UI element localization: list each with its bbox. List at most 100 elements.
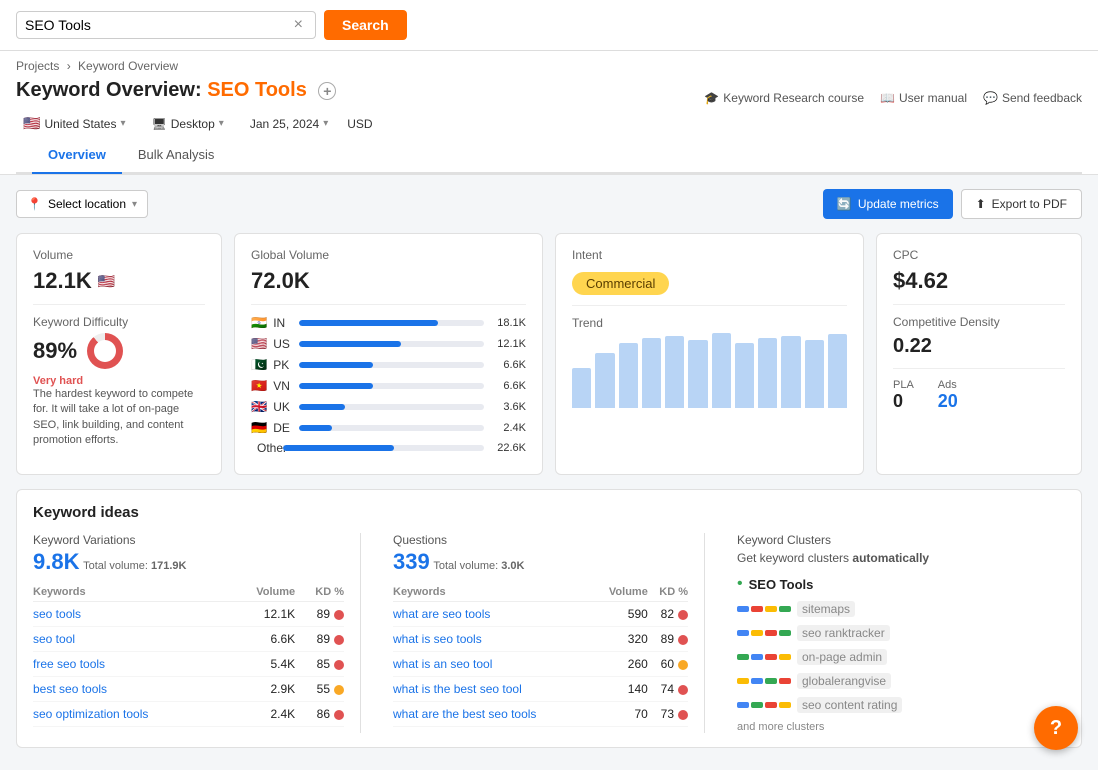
kd-cell: 60 [648,652,688,677]
and-more[interactable]: and more clusters [737,721,1049,733]
breadcrumb-sep: › [67,59,71,73]
device-label: Desktop [171,117,215,131]
kd-dot [334,685,344,695]
search-input[interactable] [25,17,294,33]
pla-value: 0 [893,391,914,412]
add-keyword-button[interactable]: + [318,82,336,100]
cpc-value: $4.62 [893,268,1065,294]
difficulty-label: Very hard [33,375,205,387]
manual-label: User manual [899,91,967,105]
table-row: what is an seo tool 260 60 [393,652,688,677]
list-item: seo ranktracker [737,625,1049,641]
tab-overview[interactable]: Overview [32,137,122,174]
cluster-bars [737,654,791,660]
ads-value: 20 [938,391,958,412]
q-col-kw: Keywords [393,583,593,602]
country-row: 🇩🇪 DE 2.4K [251,420,526,436]
global-volume-card: Global Volume 72.0K 🇮🇳 IN 18.1K 🇺🇸 US 12… [234,233,543,475]
country-flag-icon: 🇺🇸 [251,336,267,352]
list-item: on-page admin [737,649,1049,665]
ideas-grid: Keyword Variations 9.8K Total volume: 17… [33,533,1065,733]
breadcrumb-current: Keyword Overview [78,59,178,73]
update-metrics-button[interactable]: 🔄 Update metrics [823,189,953,219]
kw-link[interactable]: seo tool [33,632,75,646]
kw-link[interactable]: what are seo tools [393,607,490,621]
country-filter[interactable]: 🇺🇸 United States ▾ [16,110,133,137]
country-value: 22.6K [490,442,526,454]
kd-cell: 89 [648,627,688,652]
manual-link[interactable]: 📖 User manual [880,91,967,105]
kw-link[interactable]: free seo tools [33,657,105,671]
bar-bg [299,320,484,326]
country-flag-icon: 🇵🇰 [251,357,267,373]
kw-link[interactable]: what is the best seo tool [393,682,522,696]
tab-bulk[interactable]: Bulk Analysis [122,137,231,174]
kw-link[interactable]: what is an seo tool [393,657,492,671]
cluster-color-bar [737,606,749,612]
clear-icon[interactable]: × [294,16,303,34]
course-icon: 🎓 [704,91,719,105]
table-row: what are seo tools 590 82 [393,602,688,627]
country-code: UK [273,400,293,414]
country-row: 🇻🇳 VN 6.6K [251,378,526,394]
search-button[interactable]: Search [324,10,407,40]
kd-cell: 89 [295,627,344,652]
keyword-title: SEO Tools [207,79,307,101]
country-flag: 🇺🇸 [23,115,40,132]
kw-link[interactable]: seo optimization tools [33,707,148,721]
cluster-color-bar [765,630,777,636]
select-location-label: Select location [48,197,126,211]
kd-cell: 73 [648,702,688,727]
pla-col: PLA 0 [893,379,914,412]
kw-link[interactable]: best seo tools [33,682,107,696]
top-bar: × Search [0,0,1098,51]
bar-fill [299,362,373,368]
kd-dot [678,660,688,670]
cluster-color-bar [737,630,749,636]
help-button[interactable]: ? [1034,706,1078,750]
difficulty-description: The hardest keyword to compete for. It w… [33,387,205,449]
export-button[interactable]: ⬆ Export to PDF [961,189,1082,219]
vol-cell: 5.4K [229,652,295,677]
select-location-button[interactable]: 📍 Select location ▾ [16,190,148,218]
device-icon: 🖥 [152,117,167,131]
kw-link[interactable]: seo tools [33,607,81,621]
bar-bg [299,362,484,368]
tabs: Overview Bulk Analysis [16,137,1082,174]
feedback-label: Send feedback [1002,91,1082,105]
ideas-title: Keyword ideas [33,504,1065,521]
country-row: 🇺🇸 US 12.1K [251,336,526,352]
course-link[interactable]: 🎓 Keyword Research course [704,91,864,105]
country-value: 12.1K [490,338,526,350]
donut-inner [94,340,116,362]
device-filter[interactable]: 🖥 Desktop ▾ [145,112,231,136]
kw-link[interactable]: what are the best seo tools [393,707,536,721]
search-box: × [16,11,316,39]
country-row: 🇬🇧 UK 3.6K [251,399,526,415]
table-row: what is the best seo tool 140 74 [393,677,688,702]
date-arrow-icon: ▾ [323,118,328,129]
breadcrumb-projects[interactable]: Projects [16,59,59,73]
date-filter[interactable]: Jan 25, 2024 ▾ [243,112,335,136]
date-label: Jan 25, 2024 [250,117,319,131]
trend-bars [572,338,847,408]
vol-cell: 6.6K [229,627,295,652]
feedback-icon: 💬 [983,91,998,105]
bar-bg [299,383,484,389]
kd-dot [678,635,688,645]
donut-chart [87,333,123,369]
kw-link[interactable]: what is seo tools [393,632,482,646]
trend-bar [781,336,800,408]
content: 📍 Select location ▾ 🔄 Update metrics ⬆ E… [0,175,1098,762]
bar-fill [283,445,394,451]
cluster-bullet-icon: • [737,575,743,593]
volume-card: Volume 12.1K 🇺🇸 Keyword Difficulty 89% V… [16,233,222,475]
vol-cell: 70 [593,702,647,727]
comp-density-label: Competitive Density [893,315,1065,329]
kd-cell: 89 [295,602,344,627]
global-volume-value: 72.0K [251,268,526,294]
feedback-link[interactable]: 💬 Send feedback [983,91,1082,105]
questions-label: Questions [393,533,688,547]
intent-card: Intent Commercial Trend [555,233,864,475]
vol-cell: 260 [593,652,647,677]
